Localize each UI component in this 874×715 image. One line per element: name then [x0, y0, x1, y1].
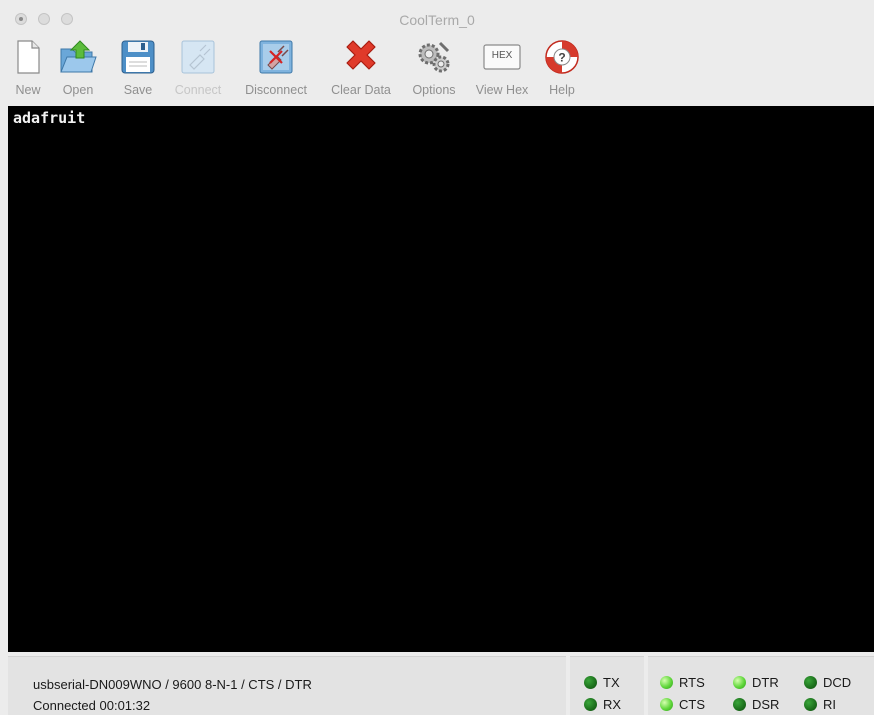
tx-rx-indicator-panel: TX RX	[570, 656, 644, 715]
dsr-label: DSR	[752, 697, 780, 712]
window-title: CoolTerm_0	[399, 12, 475, 28]
dcd-indicator: DCD	[804, 675, 851, 690]
disconnect-plug-icon	[259, 40, 293, 74]
options-label: Options	[412, 83, 456, 97]
svg-text:?: ?	[558, 51, 565, 65]
terminal-display[interactable]: adafruit	[8, 106, 874, 652]
rx-label: RX	[603, 697, 622, 712]
dcd-led-icon	[804, 676, 817, 689]
dsr-led-icon	[733, 698, 746, 711]
options-button[interactable]: Options	[406, 33, 462, 101]
open-folder-icon	[60, 40, 97, 73]
save-label: Save	[123, 83, 153, 97]
ri-label: RI	[823, 697, 836, 712]
rts-led-icon	[660, 676, 673, 689]
dtr-led-icon	[733, 676, 746, 689]
port-settings-text: usbserial-DN009WNO / 9600 8-N-1 / CTS / …	[33, 677, 312, 692]
new-label: New	[15, 83, 41, 97]
dtr-label: DTR	[752, 675, 779, 690]
dcd-label: DCD	[823, 675, 852, 690]
hex-icon-text: HEX	[491, 50, 513, 61]
floppy-disk-icon	[121, 40, 155, 74]
rts-indicator[interactable]: RTS	[660, 675, 705, 690]
rx-indicator: RX	[584, 697, 621, 712]
gears-icon	[418, 41, 450, 73]
save-button[interactable]: Save	[118, 33, 158, 101]
view-hex-button[interactable]: HEX View Hex	[470, 33, 534, 101]
dtr-indicator[interactable]: DTR	[733, 675, 779, 690]
cts-label: CTS	[679, 697, 705, 712]
lifebuoy-help-icon: ?	[545, 40, 579, 74]
view-hex-label: View Hex	[475, 83, 529, 97]
connect-button[interactable]: Connect	[168, 33, 228, 101]
tx-indicator: TX	[584, 675, 620, 690]
open-button[interactable]: Open	[56, 33, 100, 101]
cts-led-icon	[660, 698, 673, 711]
connection-time-text: Connected 00:01:32	[33, 698, 151, 713]
terminal-output: adafruit	[13, 109, 86, 127]
dsr-indicator: DSR	[733, 697, 779, 712]
title-bar: CoolTerm_0	[0, 0, 874, 36]
coolterm-window: CoolTerm_0 New Open Save Connect Disconn…	[0, 0, 874, 715]
ri-indicator: RI	[804, 697, 836, 712]
signal-lines-panel: RTS CTS DTR DSR DCD RI	[648, 656, 874, 715]
open-label: Open	[62, 83, 94, 97]
ri-led-icon	[804, 698, 817, 711]
cts-indicator: CTS	[660, 697, 705, 712]
disconnect-button[interactable]: Disconnect	[236, 33, 316, 101]
disconnect-label: Disconnect	[245, 83, 307, 97]
tx-led-icon	[584, 676, 597, 689]
clear-data-button[interactable]: Clear Data	[324, 33, 398, 101]
rts-label: RTS	[679, 675, 705, 690]
help-button[interactable]: ? Help	[542, 33, 582, 101]
tx-label: TX	[603, 675, 620, 690]
new-document-icon	[17, 40, 40, 74]
status-panel: usbserial-DN009WNO / 9600 8-N-1 / CTS / …	[8, 656, 566, 715]
clear-data-label: Clear Data	[331, 83, 391, 97]
red-x-icon	[346, 40, 376, 70]
connect-plug-icon	[181, 40, 215, 74]
help-label: Help	[549, 83, 575, 97]
connect-label: Connect	[174, 83, 222, 97]
new-button[interactable]: New	[10, 33, 46, 101]
rx-led-icon	[584, 698, 597, 711]
